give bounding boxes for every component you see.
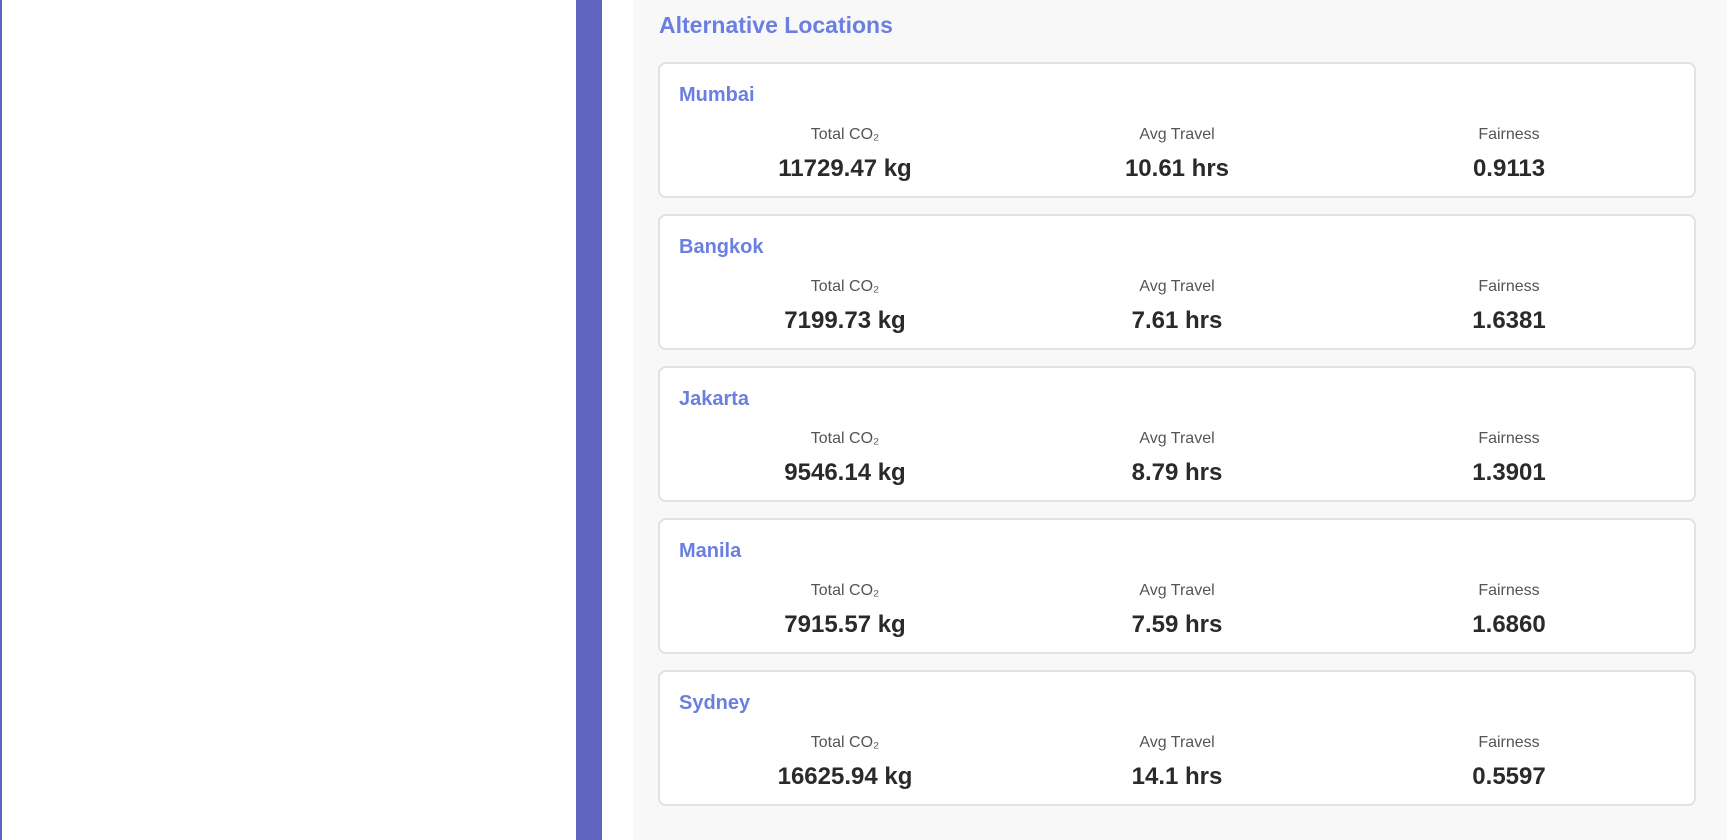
- metric-co2-label: Total CO₂: [810, 582, 880, 599]
- metric-travel-label: Avg Travel: [1139, 126, 1215, 143]
- metric-co2: Total CO₂ 11729.47 kg: [679, 126, 1011, 183]
- metric-travel-value: 10.61 hrs: [1124, 155, 1230, 182]
- location-name: Sydney: [679, 692, 751, 714]
- metric-co2-value: 7199.73 kg: [784, 307, 906, 334]
- alternative-locations-panel: Alternative Locations Mumbai Total CO₂ 1…: [633, 0, 1727, 840]
- left-pane: [0, 0, 576, 840]
- metric-co2-value: 11729.47 kg: [778, 155, 912, 182]
- gutter: [602, 0, 633, 840]
- location-name: Manila: [679, 540, 742, 562]
- metric-fairness-value: 0.5597: [1472, 763, 1546, 790]
- metric-travel-value: 8.79 hrs: [1131, 459, 1223, 486]
- metric-travel-value: 7.59 hrs: [1131, 611, 1223, 638]
- metric-fairness-value: 1.6860: [1472, 611, 1546, 638]
- metric-co2-label: Total CO₂: [810, 278, 880, 295]
- metric-fairness-value: 1.6381: [1472, 307, 1546, 334]
- metric-travel-value: 7.61 hrs: [1131, 307, 1223, 334]
- metric-fairness: Fairness 1.6381: [1343, 278, 1675, 335]
- metrics-row: Total CO₂ 11729.47 kg Avg Travel 10.61 h…: [679, 126, 1675, 183]
- metric-fairness-label: Fairness: [1478, 278, 1540, 295]
- metric-co2-label: Total CO₂: [810, 430, 880, 447]
- metrics-row: Total CO₂ 7199.73 kg Avg Travel 7.61 hrs…: [679, 278, 1675, 335]
- metric-fairness-label: Fairness: [1478, 734, 1540, 751]
- metric-co2-label: Total CO₂: [810, 126, 880, 143]
- location-card-mumbai[interactable]: Mumbai Total CO₂ 11729.47 kg Avg Travel …: [658, 62, 1696, 198]
- metric-co2: Total CO₂ 7199.73 kg: [679, 278, 1011, 335]
- metric-fairness: Fairness 0.9113: [1343, 126, 1675, 183]
- metric-co2-label: Total CO₂: [810, 734, 880, 751]
- metric-travel: Avg Travel 7.61 hrs: [1011, 278, 1343, 335]
- metrics-row: Total CO₂ 16625.94 kg Avg Travel 14.1 hr…: [679, 734, 1675, 791]
- location-card-jakarta[interactable]: Jakarta Total CO₂ 9546.14 kg Avg Travel …: [658, 366, 1696, 502]
- panel-title: Alternative Locations: [659, 12, 893, 38]
- accent-bar: [576, 0, 602, 840]
- metric-travel: Avg Travel 7.59 hrs: [1011, 582, 1343, 639]
- location-card-sydney[interactable]: Sydney Total CO₂ 16625.94 kg Avg Travel …: [658, 670, 1696, 806]
- metric-fairness: Fairness 0.5597: [1343, 734, 1675, 791]
- metric-co2-value: 9546.14 kg: [784, 459, 906, 486]
- location-card-manila[interactable]: Manila Total CO₂ 7915.57 kg Avg Travel 7…: [658, 518, 1696, 654]
- metric-fairness: Fairness 1.6860: [1343, 582, 1675, 639]
- metric-travel-label: Avg Travel: [1139, 734, 1215, 751]
- location-card-bangkok[interactable]: Bangkok Total CO₂ 7199.73 kg Avg Travel …: [658, 214, 1696, 350]
- metric-travel-label: Avg Travel: [1139, 582, 1215, 599]
- metric-co2-value: 7915.57 kg: [784, 611, 906, 638]
- location-name: Jakarta: [679, 388, 750, 410]
- metric-travel: Avg Travel 10.61 hrs: [1011, 126, 1343, 183]
- metric-fairness-value: 0.9113: [1472, 155, 1546, 182]
- metric-travel-label: Avg Travel: [1139, 430, 1215, 447]
- metric-fairness-label: Fairness: [1478, 126, 1540, 143]
- metric-co2-value: 16625.94 kg: [777, 763, 913, 790]
- location-name: Bangkok: [679, 236, 764, 258]
- metric-travel-label: Avg Travel: [1139, 278, 1215, 295]
- metric-travel-value: 14.1 hrs: [1131, 763, 1223, 790]
- location-name: Mumbai: [679, 84, 755, 106]
- location-cards: Mumbai Total CO₂ 11729.47 kg Avg Travel …: [658, 62, 1696, 822]
- metric-fairness-value: 1.3901: [1472, 459, 1546, 486]
- metric-co2: Total CO₂ 16625.94 kg: [679, 734, 1011, 791]
- metrics-row: Total CO₂ 9546.14 kg Avg Travel 8.79 hrs…: [679, 430, 1675, 487]
- metric-co2: Total CO₂ 9546.14 kg: [679, 430, 1011, 487]
- metrics-row: Total CO₂ 7915.57 kg Avg Travel 7.59 hrs…: [679, 582, 1675, 639]
- metric-fairness: Fairness 1.3901: [1343, 430, 1675, 487]
- metric-fairness-label: Fairness: [1478, 430, 1540, 447]
- metric-co2: Total CO₂ 7915.57 kg: [679, 582, 1011, 639]
- metric-travel: Avg Travel 8.79 hrs: [1011, 430, 1343, 487]
- metric-fairness-label: Fairness: [1478, 582, 1540, 599]
- metric-travel: Avg Travel 14.1 hrs: [1011, 734, 1343, 791]
